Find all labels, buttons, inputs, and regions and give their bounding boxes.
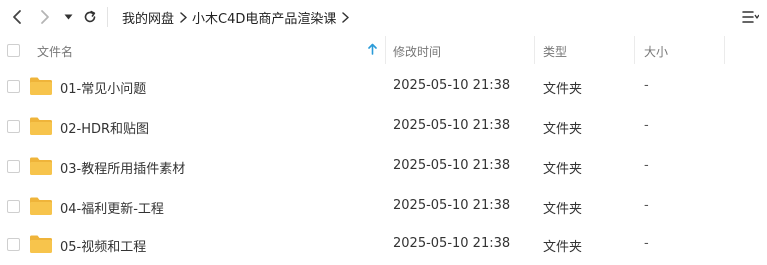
refresh-button[interactable]	[80, 7, 100, 27]
file-name[interactable]: 02-HDR和贴图	[60, 118, 149, 137]
file-name[interactable]: 04-福利更新-工程	[60, 198, 164, 217]
column-divider[interactable]	[724, 36, 725, 64]
folder-icon	[30, 157, 52, 175]
file-type: 文件夹	[543, 82, 583, 97]
file-type: 文件夹	[543, 202, 583, 217]
file-size: -	[644, 78, 649, 93]
back-arrow-icon	[13, 10, 21, 24]
view-menu-button[interactable]	[740, 7, 760, 27]
column-header-type[interactable]: 类型	[543, 43, 567, 60]
file-size: -	[644, 158, 649, 173]
folder-icon	[30, 235, 52, 253]
folder-icon	[30, 117, 52, 135]
file-modified: 2025-05-10 21:38	[393, 78, 511, 93]
file-row[interactable]: 04-福利更新-工程 2025-05-10 21:38 文件夹 -	[0, 187, 767, 227]
file-type: 文件夹	[543, 240, 583, 255]
file-row[interactable]: 02-HDR和贴图 2025-05-10 21:38 文件夹 -	[0, 107, 767, 147]
file-modified: 2025-05-10 21:38	[393, 198, 511, 213]
forward-arrow-icon	[41, 10, 49, 24]
row-checkbox[interactable]	[7, 160, 20, 173]
file-name[interactable]: 03-教程所用插件素材	[60, 158, 185, 177]
back-button[interactable]	[6, 6, 28, 28]
column-header-modified[interactable]: 修改时间	[393, 43, 441, 60]
breadcrumb-root[interactable]: 我的网盘	[122, 8, 174, 27]
history-dropdown-icon	[64, 14, 72, 20]
file-modified: 2025-05-10 21:38	[393, 236, 511, 251]
refresh-icon	[84, 10, 96, 23]
column-divider[interactable]	[534, 36, 535, 64]
file-size: -	[644, 118, 649, 133]
file-row[interactable]: 03-教程所用插件素材 2025-05-10 21:38 文件夹 -	[0, 147, 767, 187]
breadcrumb-chevron-icon[interactable]	[336, 11, 354, 23]
file-modified: 2025-05-10 21:38	[393, 118, 511, 133]
file-row[interactable]: 01-常见小问题 2025-05-10 21:38 文件夹 -	[0, 67, 767, 107]
breadcrumb-current[interactable]: 小木C4D电商产品渲染课	[192, 8, 336, 27]
column-header-name[interactable]: 文件名	[37, 43, 73, 60]
file-type: 文件夹	[543, 162, 583, 177]
folder-icon	[30, 77, 52, 95]
file-size: -	[644, 236, 649, 251]
navigation-toolbar: 我的网盘 小木C4D电商产品渲染课	[0, 0, 767, 34]
select-all-checkbox[interactable]	[7, 44, 20, 57]
file-size: -	[644, 198, 649, 213]
row-checkbox[interactable]	[7, 238, 20, 251]
column-divider[interactable]	[634, 36, 635, 64]
list-menu-icon	[741, 11, 759, 23]
breadcrumb: 我的网盘 小木C4D电商产品渲染课	[122, 7, 354, 27]
file-name[interactable]: 05-视频和工程	[60, 236, 146, 255]
row-checkbox[interactable]	[7, 200, 20, 213]
toolbar-divider	[107, 7, 108, 27]
file-modified: 2025-05-10 21:38	[393, 158, 511, 173]
row-checkbox[interactable]	[7, 80, 20, 93]
sort-ascending-icon[interactable]	[368, 43, 377, 55]
file-type: 文件夹	[543, 122, 583, 137]
forward-button[interactable]	[34, 6, 56, 28]
column-header-row: 文件名 修改时间 类型 大小	[0, 36, 767, 64]
column-header-size[interactable]: 大小	[644, 43, 668, 60]
file-row[interactable]: 05-视频和工程 2025-05-10 21:38 文件夹 -	[0, 225, 767, 265]
file-name[interactable]: 01-常见小问题	[60, 78, 146, 97]
breadcrumb-chevron-icon[interactable]	[174, 11, 192, 23]
history-dropdown-button[interactable]	[60, 8, 76, 26]
row-checkbox[interactable]	[7, 120, 20, 133]
column-divider[interactable]	[385, 36, 386, 64]
folder-icon	[30, 197, 52, 215]
